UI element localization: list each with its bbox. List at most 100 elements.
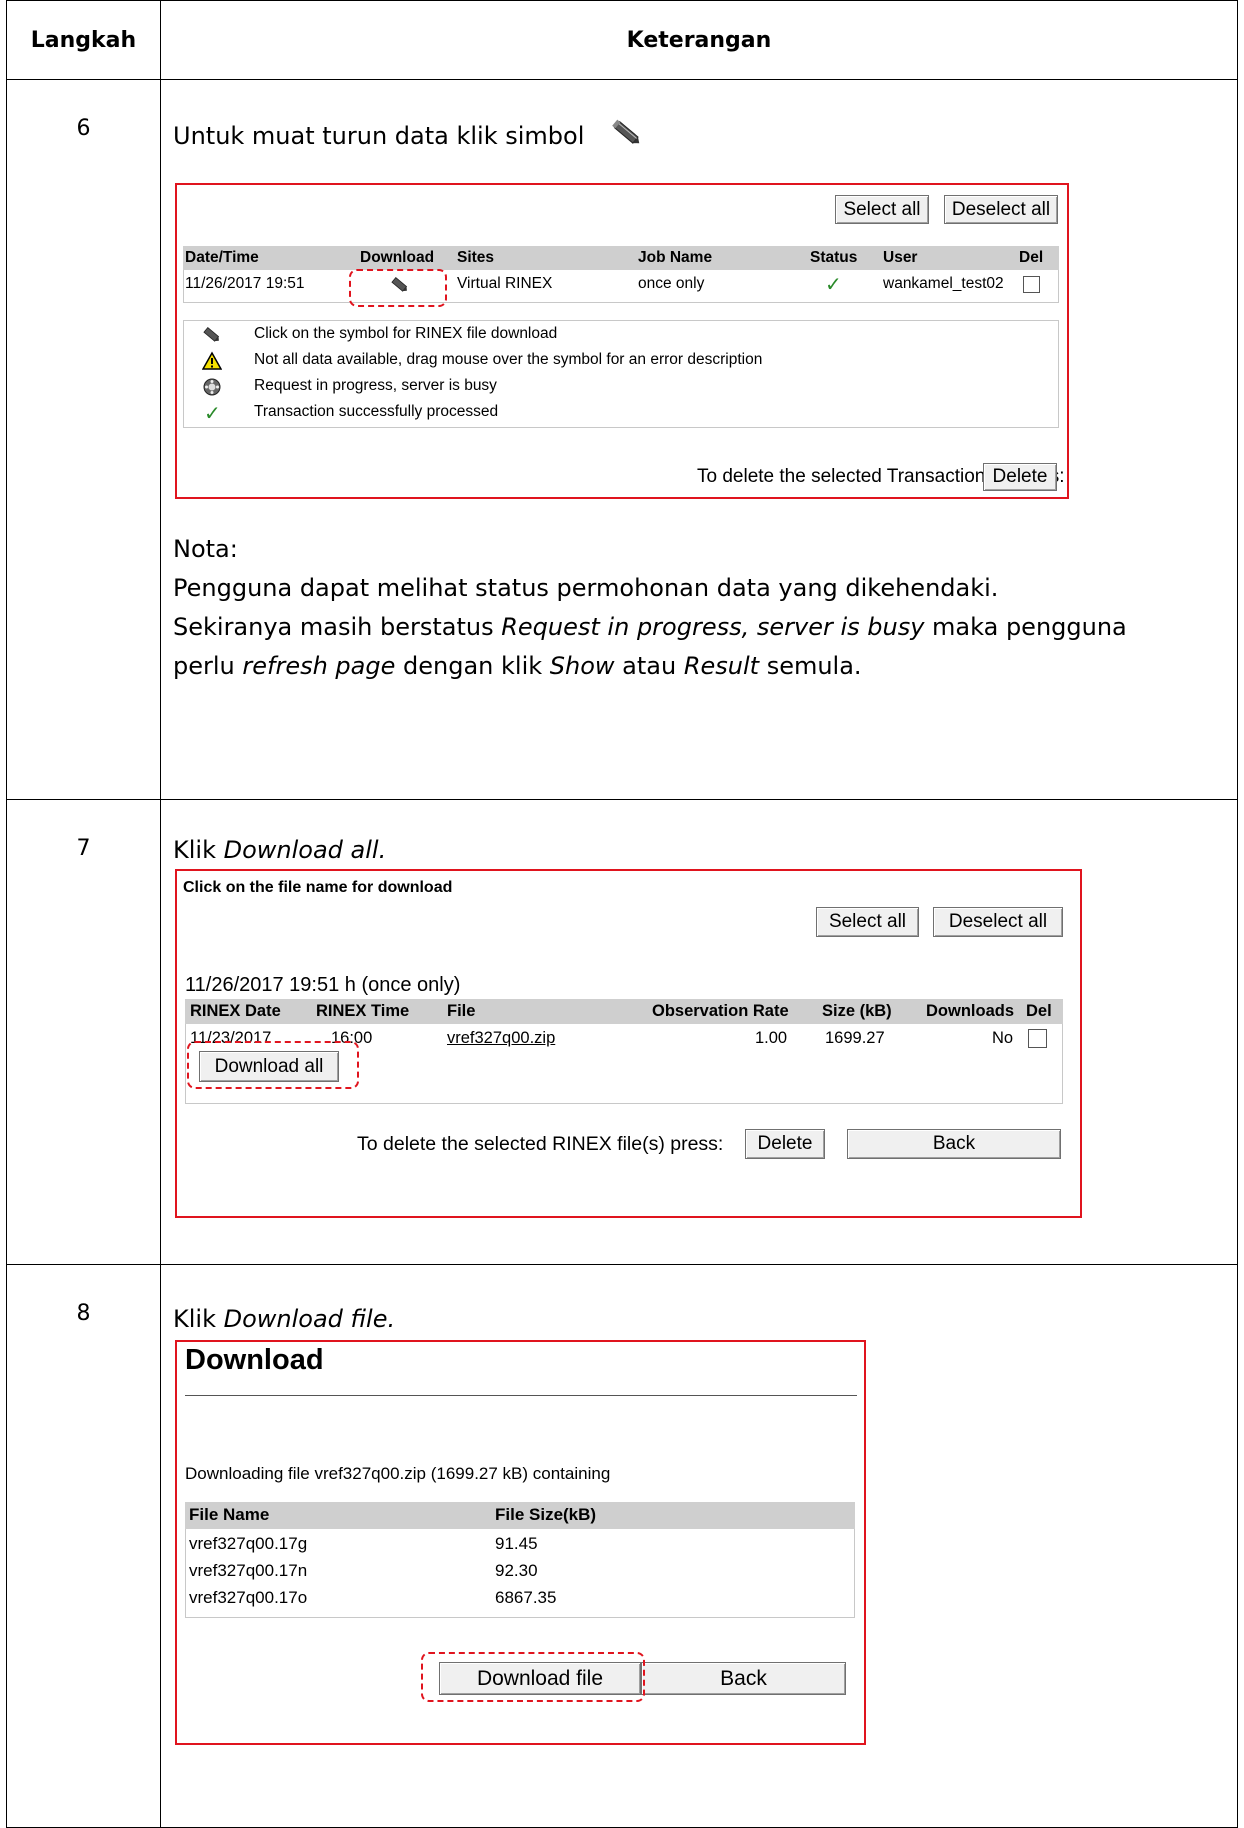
title-divider bbox=[185, 1395, 857, 1396]
legend-text: Request in progress, server is busy bbox=[254, 377, 497, 394]
nota-text: atau bbox=[614, 652, 684, 680]
row-downloads: No bbox=[992, 1029, 1014, 1047]
table-row: vref327q00.17o 6867.35 bbox=[185, 1585, 855, 1611]
select-all-button[interactable]: Select all bbox=[816, 907, 919, 937]
select-all-button[interactable]: Select all bbox=[835, 195, 929, 224]
download-title: Download bbox=[185, 1344, 324, 1376]
nota-line-2: Sekiranya masih berstatus Request in pro… bbox=[173, 608, 1213, 647]
col-del: Del bbox=[1026, 1002, 1052, 1020]
nota-text-italic: Request in progress, server is busy bbox=[501, 613, 925, 641]
col-sites: Sites bbox=[457, 249, 495, 266]
col-del: Del bbox=[1019, 249, 1044, 266]
highlight-download-all bbox=[187, 1041, 359, 1089]
table-row: vref327q00.17g 91.45 bbox=[185, 1531, 855, 1557]
legend-item: ✓ Transaction successfully processed bbox=[184, 403, 1054, 427]
col-job-name: Job Name bbox=[638, 249, 713, 266]
download-screenshot: Download Downloading file vref327q00.zip… bbox=[175, 1340, 866, 1745]
col-rinex-time: RINEX Time bbox=[316, 1002, 410, 1020]
col-user: User bbox=[883, 249, 918, 266]
step-8-intro-text: Klik bbox=[173, 1305, 224, 1333]
header-step: Langkah bbox=[6, 0, 161, 80]
file-name: vref327q00.17g bbox=[189, 1534, 308, 1553]
step-6-body: Untuk muat turun data klik simbol Select… bbox=[160, 79, 1238, 800]
delete-checkbox[interactable] bbox=[1023, 276, 1040, 293]
download-message: Downloading file vref327q00.zip (1699.27… bbox=[185, 1464, 611, 1483]
step-8-intro: Klik Download file. bbox=[173, 1305, 395, 1333]
checkmark-icon: ✓ bbox=[204, 403, 221, 425]
table-row: 11/26/2017 19:51 Virtual RINEX once only… bbox=[183, 272, 1059, 298]
nota-line-1: Pengguna dapat melihat status permohonan… bbox=[173, 574, 999, 602]
col-size: Size (kB) bbox=[822, 1002, 892, 1020]
col-file-size: File Size(kB) bbox=[495, 1505, 597, 1524]
file-size: 6867.35 bbox=[495, 1588, 557, 1607]
nota-block: Nota: Pengguna dapat melihat status perm… bbox=[173, 530, 1213, 686]
step-number-8: 8 bbox=[6, 1264, 161, 1828]
nota-text-italic: Result bbox=[683, 652, 760, 680]
step-6-intro-text: Untuk muat turun data klik simbol bbox=[173, 122, 585, 150]
rinex-files-screenshot: Click on the file name for download Sele… bbox=[175, 869, 1082, 1218]
row-job: once only bbox=[638, 275, 705, 292]
row-datetime: 11/26/2017 19:51 bbox=[185, 275, 305, 292]
step-7-intro: Klik Download all. bbox=[173, 836, 386, 864]
file-size-header: File Name File Size(kB) bbox=[185, 1502, 855, 1529]
step-7-body: Klik Download all. Click on the file nam… bbox=[160, 799, 1238, 1265]
header-description: Keterangan bbox=[160, 0, 1238, 80]
step-7-intro-italic: Download all. bbox=[223, 836, 387, 864]
col-file-name: File Name bbox=[189, 1505, 270, 1524]
step-6-intro: Untuk muat turun data klik simbol bbox=[173, 118, 644, 150]
table-row: vref327q00.17n 92.30 bbox=[185, 1558, 855, 1584]
deselect-all-button[interactable]: Deselect all bbox=[933, 907, 1063, 937]
pencil-icon bbox=[612, 119, 640, 144]
steps-table: Langkah Keterangan 6 Untuk muat turun da… bbox=[6, 0, 1238, 1828]
nota-title: Nota: bbox=[173, 535, 238, 563]
step-8-intro-italic: Download file. bbox=[223, 1305, 396, 1333]
checkmark-icon: ✓ bbox=[825, 274, 842, 296]
step-number-7: 7 bbox=[6, 799, 161, 1265]
pencil-icon bbox=[203, 326, 220, 342]
nota-text-italic: Show bbox=[549, 652, 615, 680]
nota-text-italic: refresh page bbox=[242, 652, 396, 680]
delete-checkbox[interactable] bbox=[1028, 1029, 1047, 1048]
highlight-download bbox=[349, 269, 447, 307]
row-size: 1699.27 bbox=[825, 1029, 885, 1047]
legend-text: Not all data available, drag mouse over … bbox=[254, 351, 763, 368]
nota-text: dengan klik bbox=[395, 652, 550, 680]
col-datetime: Date/Time bbox=[185, 249, 259, 266]
transactions-header: Date/Time Download Sites Job Name Status… bbox=[183, 246, 1059, 270]
col-download: Download bbox=[360, 249, 435, 266]
delete-button[interactable]: Delete bbox=[983, 463, 1057, 491]
nota-text: semula. bbox=[759, 652, 862, 680]
nota-line-3: perlu refresh page dengan klik Show atau… bbox=[173, 647, 1213, 686]
col-rinex-date: RINEX Date bbox=[190, 1002, 281, 1020]
nota-text: perlu bbox=[173, 652, 243, 680]
delete-prompt: To delete the selected RINEX file(s) pre… bbox=[357, 1133, 724, 1155]
deselect-all-button[interactable]: Deselect all bbox=[944, 195, 1058, 224]
col-observation-rate: Observation Rate bbox=[652, 1002, 789, 1020]
col-file: File bbox=[447, 1002, 476, 1020]
file-size: 91.45 bbox=[495, 1534, 538, 1553]
col-status: Status bbox=[810, 249, 858, 266]
legend-item: Request in progress, server is busy bbox=[184, 377, 1054, 401]
back-button[interactable]: Back bbox=[641, 1662, 846, 1695]
row-user: wankamel_test02 bbox=[883, 275, 1004, 292]
busy-icon bbox=[203, 378, 221, 396]
legend-item: Not all data available, drag mouse over … bbox=[184, 351, 1054, 375]
row-rate: 1.00 bbox=[755, 1029, 788, 1047]
warning-icon bbox=[202, 351, 222, 370]
file-size: 92.30 bbox=[495, 1561, 538, 1580]
transactions-screenshot: Select all Deselect all Date/Time Downlo… bbox=[175, 183, 1069, 499]
step-7-intro-text: Klik bbox=[173, 836, 224, 864]
legend-text: Click on the symbol for RINEX file downl… bbox=[254, 325, 558, 342]
step-8-body: Klik Download file. Download Downloading… bbox=[160, 1264, 1238, 1828]
step-number-6: 6 bbox=[6, 79, 161, 800]
legend-item: Click on the symbol for RINEX file downl… bbox=[184, 325, 1054, 349]
row-site: Virtual RINEX bbox=[457, 275, 553, 292]
job-title: 11/26/2017 19:51 h (once only) bbox=[185, 974, 461, 996]
file-name: vref327q00.17n bbox=[189, 1561, 308, 1580]
back-button[interactable]: Back bbox=[847, 1129, 1061, 1159]
nota-text: maka pengguna bbox=[924, 613, 1127, 641]
file-link[interactable]: vref327q00.zip bbox=[447, 1029, 555, 1048]
delete-button[interactable]: Delete bbox=[745, 1129, 825, 1159]
file-list-heading: Click on the file name for download bbox=[183, 879, 453, 896]
nota-text: Sekiranya masih berstatus bbox=[173, 613, 502, 641]
